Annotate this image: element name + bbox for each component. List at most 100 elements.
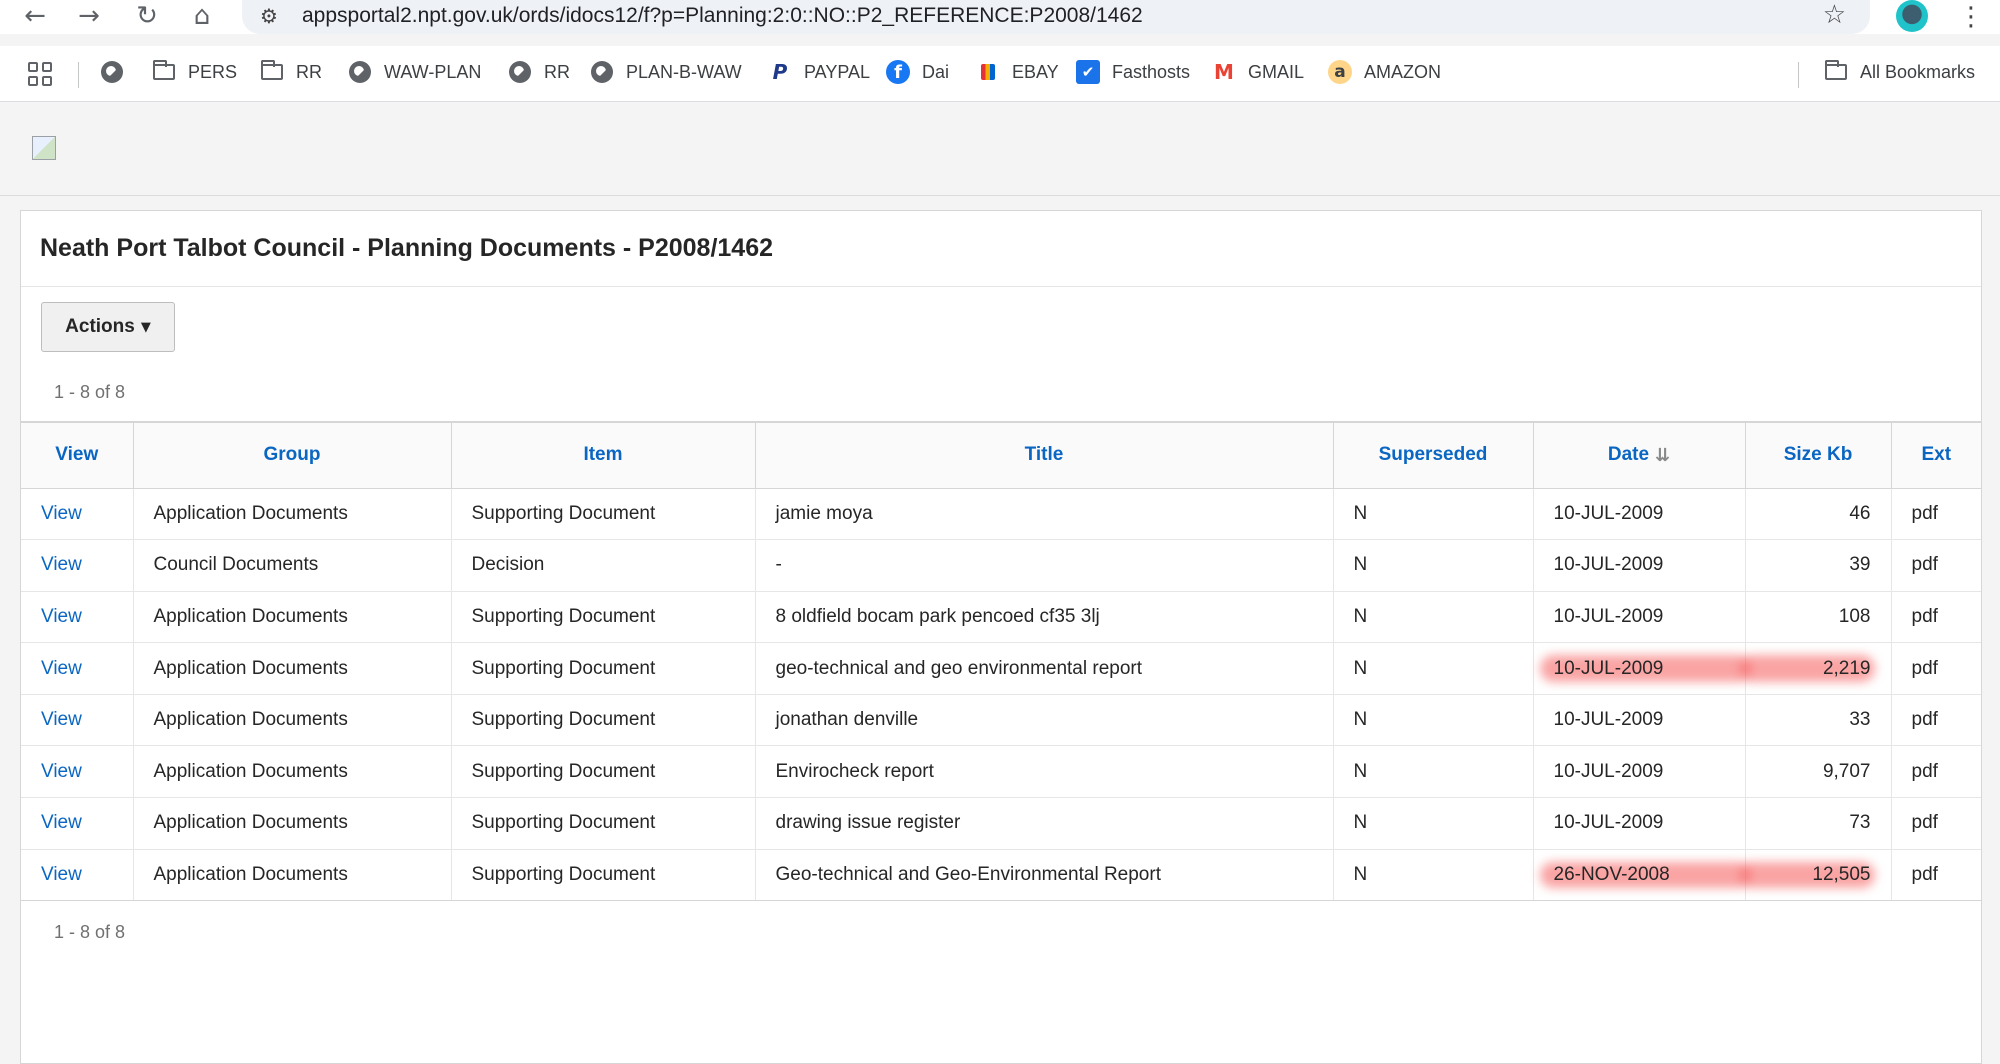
column-header-superseded[interactable]: Superseded — [1332, 421, 1534, 489]
back-arrow-icon[interactable]: ← — [18, 0, 52, 32]
view-link[interactable]: View — [41, 709, 82, 730]
column-header-view[interactable]: View — [21, 421, 134, 489]
view-cell: View — [21, 488, 134, 541]
actions-label: Actions — [65, 316, 135, 337]
page-body: Neath Port Talbot Council - Planning Doc… — [0, 103, 2000, 1064]
view-link[interactable]: View — [41, 864, 82, 885]
bookmark-amazon[interactable]: a AMAZON — [1328, 58, 1441, 86]
view-cell: View — [21, 745, 134, 799]
date-cell: 10-JUL-2009 — [1533, 694, 1746, 747]
view-link[interactable]: View — [41, 606, 82, 627]
title-cell: jamie moya — [755, 488, 1334, 541]
caret-down-icon: ▼ — [140, 319, 151, 335]
paypal-icon: P — [772, 60, 788, 84]
bookmark-label: EBAY — [1012, 61, 1059, 82]
ext-cell: pdf — [1891, 797, 1981, 850]
bookmark-globe[interactable] — [100, 58, 136, 86]
folder-icon — [260, 60, 284, 84]
date-cell: 10-JUL-2009 — [1533, 539, 1746, 592]
title-cell: jonathan denville — [755, 694, 1334, 747]
site-settings-icon[interactable]: ⚙ — [260, 4, 278, 28]
superseded-cell: N — [1333, 488, 1534, 541]
address-bar[interactable]: ⚙ appsportal2.npt.gov.uk/ords/idocs12/f?… — [242, 0, 1870, 34]
superseded-cell: N — [1333, 797, 1534, 850]
item-cell: Supporting Document — [451, 591, 756, 644]
bookmark-star-icon[interactable]: ☆ — [1823, 0, 1846, 30]
globe-icon — [348, 60, 372, 84]
documents-region: Neath Port Talbot Council - Planning Doc… — [20, 210, 1982, 1064]
size-value: 12,505 — [1812, 863, 1871, 885]
bookmark-label: GMAIL — [1248, 61, 1305, 82]
column-header-item[interactable]: Item — [450, 421, 756, 489]
bookmark-dai[interactable]: f Dai — [886, 58, 949, 86]
reload-icon[interactable]: ↻ — [130, 0, 164, 32]
size-value: 46 — [1849, 502, 1871, 524]
sort-descending-icon[interactable]: ⇊ — [1655, 445, 1670, 466]
ext-cell: pdf — [1891, 745, 1981, 799]
view-link[interactable]: View — [41, 658, 82, 679]
column-header-title[interactable]: Title — [754, 421, 1334, 489]
superseded-cell: N — [1333, 694, 1534, 747]
url-text[interactable]: appsportal2.npt.gov.uk/ords/idocs12/f?p=… — [302, 4, 1143, 28]
bookmark-label: PERS — [188, 61, 238, 82]
bookmark-fasthosts[interactable]: ✔ Fasthosts — [1076, 58, 1190, 86]
bookmark-plan-b-waw[interactable]: PLAN-B-WAW — [590, 58, 742, 86]
group-cell: Application Documents — [133, 745, 452, 799]
group-cell: Application Documents — [133, 642, 452, 695]
facebook-icon: f — [886, 60, 910, 84]
bookmark-label: Fasthosts — [1112, 61, 1191, 82]
view-link[interactable]: View — [41, 554, 82, 575]
item-cell: Supporting Document — [451, 694, 756, 747]
bookmark-ebay[interactable]: EBAY — [976, 58, 1059, 86]
view-cell: View — [21, 539, 134, 592]
superseded-cell: N — [1333, 849, 1534, 902]
bookmark-pers[interactable]: PERS — [152, 58, 237, 86]
size-cell: 2,219 — [1745, 642, 1892, 695]
bookmarks-divider — [78, 62, 79, 88]
title-cell: geo-technical and geo environmental repo… — [755, 642, 1334, 695]
table-row: View Application Documents Supporting Docu… — [21, 849, 1981, 902]
column-header-size[interactable]: Size Kb — [1744, 421, 1892, 489]
date-cell: 10-JUL-2009 — [1533, 642, 1746, 695]
amazon-icon: a — [1328, 60, 1352, 84]
browser-menu-icon[interactable]: ⋮ — [1958, 2, 1984, 32]
globe-icon — [590, 60, 614, 84]
table-row: View Application Documents Supporting Docu… — [21, 591, 1981, 644]
column-header-ext[interactable]: Ext — [1890, 421, 1981, 489]
all-bookmarks[interactable]: All Bookmarks — [1824, 58, 1975, 86]
size-value: 108 — [1838, 605, 1871, 627]
bookmark-paypal[interactable]: P PAYPAL — [768, 58, 870, 86]
group-cell: Application Documents — [133, 849, 452, 902]
profile-avatar[interactable] — [1896, 0, 1928, 32]
bookmark-rr[interactable]: RR — [508, 58, 570, 86]
column-header-group[interactable]: Group — [132, 421, 452, 489]
date-value: 10-JUL-2009 — [1553, 709, 1664, 731]
date-value: 10-JUL-2009 — [1553, 502, 1664, 524]
forward-arrow-icon[interactable]: → — [72, 0, 106, 32]
date-value: 10-JUL-2009 — [1553, 657, 1664, 679]
home-icon[interactable]: ⌂ — [185, 0, 219, 32]
date-cell: 10-JUL-2009 — [1533, 797, 1746, 850]
superseded-cell: N — [1333, 745, 1534, 799]
fasthosts-icon: ✔ — [1076, 60, 1100, 84]
bookmark-waw-plan[interactable]: WAW-PLAN — [348, 58, 481, 86]
date-cell: 26-NOV-2008 — [1533, 849, 1746, 902]
actions-button[interactable]: Actions ▼ — [41, 302, 175, 352]
date-value: 10-JUL-2009 — [1553, 605, 1664, 627]
date-cell: 10-JUL-2009 — [1533, 591, 1746, 644]
group-cell: Council Documents — [133, 539, 452, 592]
view-link[interactable]: View — [41, 812, 82, 833]
view-link[interactable]: View — [41, 761, 82, 782]
bookmark-rr-folder[interactable]: RR — [260, 58, 322, 86]
apps-grid-icon[interactable] — [28, 62, 52, 86]
bookmark-label: RR — [544, 61, 570, 82]
column-header-date[interactable]: Date ⇊ — [1532, 421, 1746, 489]
item-cell: Supporting Document — [451, 642, 756, 695]
bookmark-gmail[interactable]: M GMAIL — [1212, 58, 1304, 86]
group-cell: Application Documents — [133, 591, 452, 644]
date-value: 10-JUL-2009 — [1553, 812, 1664, 834]
group-cell: Application Documents — [133, 694, 452, 747]
view-link[interactable]: View — [41, 503, 82, 524]
item-cell: Supporting Document — [451, 745, 756, 799]
bookmarks-divider — [1798, 62, 1799, 88]
